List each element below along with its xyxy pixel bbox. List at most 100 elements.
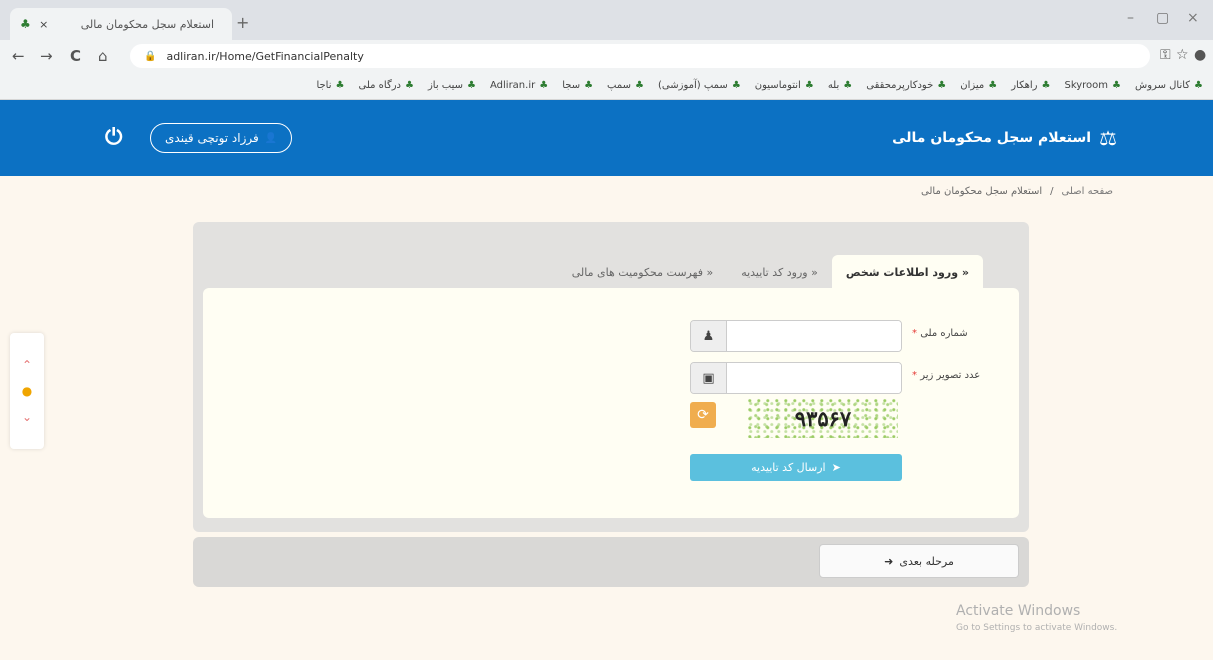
bookmarks-bar: کانال سروش ♣ Skyroom ♣ راهکار ♣ میزان ♣ خودکارپر… (0, 72, 1213, 100)
national-id-input[interactable] (727, 321, 901, 351)
bookmark-item[interactable]: ناجا ♣ (316, 80, 344, 91)
image-icon: ▣ (691, 363, 727, 393)
arrow-left-icon: ➜ (884, 554, 894, 568)
power-icon[interactable]: ⏻ (105, 125, 122, 150)
send-verification-button[interactable]: ارسال کد تاییدیه ➤ (690, 454, 902, 481)
user-name: فرزاد توتچی قیندی (165, 131, 259, 145)
close-window-button[interactable]: × (1187, 10, 1199, 26)
bookmark-label: سجا (562, 80, 581, 91)
new-tab-button[interactable]: + (236, 13, 249, 32)
next-step-button[interactable]: مرحله بعدی ➜ (819, 544, 1019, 578)
tab-personal-info[interactable]: ورود اطلاعات شخص » (831, 255, 983, 289)
bookmark-label: میزان (960, 80, 985, 91)
browser-tab-bar: ♣ × استعلام سجل محکومان مالی + – ▢ × (0, 0, 1213, 40)
tab-close-button[interactable]: × (37, 18, 51, 31)
send-button-label: ارسال کد تاییدیه (751, 461, 826, 474)
bookmark-label: Adliran.ir (490, 80, 536, 91)
chevron-down-icon[interactable]: ⌄ (22, 410, 32, 424)
bookmark-icon: ♣ (539, 80, 549, 91)
bookmark-item[interactable]: خودکارپرمحققی ♣ (866, 80, 946, 91)
minimize-button[interactable]: – (1127, 10, 1134, 26)
tab-title: استعلام سجل محکومان مالی (80, 17, 214, 31)
national-id-group: ♟ (690, 320, 902, 352)
org-chart-icon: ⚖ (1099, 126, 1117, 150)
national-id-label-text: شماره ملی (920, 328, 968, 339)
activate-windows-watermark: Activate Windows Go to Settings to activ… (956, 603, 1117, 633)
bookmark-icon: ♣ (731, 80, 741, 91)
bookmark-label: سیب باز (427, 80, 464, 91)
breadcrumb-separator: / (1050, 186, 1054, 197)
captcha-group: ▣ (690, 362, 902, 394)
bookmark-label: Skyroom (1064, 80, 1109, 91)
chevron-up-icon[interactable]: ⌃ (22, 358, 32, 372)
reload-button[interactable]: C (70, 47, 81, 65)
captcha-label: عدد تصویر زیر * (912, 370, 980, 381)
national-id-label: شماره ملی * (912, 328, 968, 339)
user-icon: ♟ (691, 321, 727, 351)
user-account-button[interactable]: فرزاد توتچی قیندی 👤 (150, 123, 293, 153)
bookmark-icon: ♣ (1194, 80, 1203, 91)
bookmark-item[interactable]: درگاه ملی ♣ (358, 80, 413, 91)
tab-financial-penalties[interactable]: فهرست محکومیت های مالی » (558, 255, 727, 289)
bookmark-icon: ♣ (843, 80, 853, 91)
bookmark-label: سمپ (607, 80, 632, 91)
captcha-input[interactable] (727, 363, 901, 393)
bookmark-item[interactable]: انتوماسیون ♣ (755, 80, 814, 91)
site-header: استعلام سجل محکومان مالی ⚖ فرزاد توتچی ق… (0, 100, 1213, 176)
bookmark-label: بله (827, 80, 840, 91)
bookmark-icon: ♣ (635, 80, 644, 91)
breadcrumb: صفحه اصلی / استعلام سجل محکومان مالی (921, 186, 1113, 197)
watermark-title: Activate Windows (956, 603, 1081, 619)
home-button[interactable]: ⌂ (98, 47, 108, 65)
bookmark-icon: ♣ (804, 80, 814, 91)
bookmark-label: انتوماسیون (754, 80, 801, 91)
bookmark-icon: ♣ (1112, 80, 1122, 91)
watermark-subtitle: Go to Settings to activate Windows. (956, 623, 1118, 633)
bookmark-item[interactable]: سیب باز ♣ (428, 80, 476, 91)
drop-icon[interactable]: ● (22, 384, 32, 398)
bookmark-icon: ♣ (405, 80, 414, 91)
required-mark: * (912, 370, 917, 381)
bookmark-item[interactable]: میزان ♣ (960, 80, 997, 91)
site-brand[interactable]: استعلام سجل محکومان مالی ⚖ (892, 126, 1117, 150)
bookmark-item[interactable]: کانال سروش ♣ (1135, 80, 1203, 91)
paper-plane-icon: ➤ (831, 461, 841, 474)
wizard-tabs: ورود اطلاعات شخص » ورود کد تاییدیه » فهر… (558, 255, 983, 289)
browser-tab[interactable]: ♣ × استعلام سجل محکومان مالی (10, 8, 232, 40)
breadcrumb-home[interactable]: صفحه اصلی (1062, 186, 1113, 197)
next-step-bar: مرحله بعدی ➜ (193, 537, 1029, 587)
bookmark-item[interactable]: سجا ♣ (562, 80, 593, 91)
lock-icon: 🔒 (144, 50, 157, 62)
bookmark-item[interactable]: بله ♣ (828, 80, 852, 91)
bookmark-icon: ♣ (988, 80, 998, 91)
site-title: استعلام سجل محکومان مالی (892, 130, 1092, 146)
url-field[interactable]: 🔒 adliran.ir/Home/GetFinancialPenalty (130, 44, 1150, 68)
tab-verification-code[interactable]: ورود کد تاییدیه » (727, 255, 832, 289)
star-icon[interactable]: ☆ (1176, 47, 1189, 63)
key-icon[interactable]: ⚿ (1160, 47, 1171, 63)
captcha-image: ۹۳۵۶۷ (748, 398, 898, 438)
profile-icon[interactable]: ● (1194, 47, 1206, 63)
bookmark-item[interactable]: سمپ (آموزشی) ♣ (658, 80, 741, 91)
user-icon: 👤 (264, 132, 278, 144)
bookmark-item[interactable]: Adliran.ir ♣ (490, 80, 548, 91)
bookmark-label: راهکار (1011, 80, 1038, 91)
bookmark-label: کانال سروش (1135, 80, 1191, 91)
forward-button[interactable]: → (40, 47, 53, 65)
wizard-panel: ♟ شماره ملی * ▣ عدد تصویر زیر * ⟳ ۹۳۵۶۷ (203, 288, 1019, 518)
breadcrumb-current: استعلام سجل محکومان مالی (921, 186, 1043, 197)
next-step-label: مرحله بعدی (899, 554, 954, 568)
maximize-button[interactable]: ▢ (1156, 10, 1169, 26)
back-button[interactable]: ← (12, 47, 25, 65)
refresh-captcha-button[interactable]: ⟳ (690, 402, 716, 428)
bookmark-item[interactable]: Skyroom ♣ (1064, 80, 1121, 91)
bookmark-label: درگاه ملی (358, 80, 401, 91)
bookmark-icon: ♣ (937, 80, 947, 91)
refresh-icon: ⟳ (697, 407, 709, 423)
bookmark-icon: ♣ (335, 80, 345, 91)
bookmark-item[interactable]: راهکار ♣ (1011, 80, 1050, 91)
side-widget: ⌃ ● ⌄ (10, 333, 44, 449)
address-bar-row: ← → C ⌂ 🔒 adliran.ir/Home/GetFinancialPe… (0, 40, 1213, 72)
bookmark-item[interactable]: سمپ ♣ (607, 80, 644, 91)
wizard-container: ورود اطلاعات شخص » ورود کد تاییدیه » فهر… (193, 222, 1029, 532)
